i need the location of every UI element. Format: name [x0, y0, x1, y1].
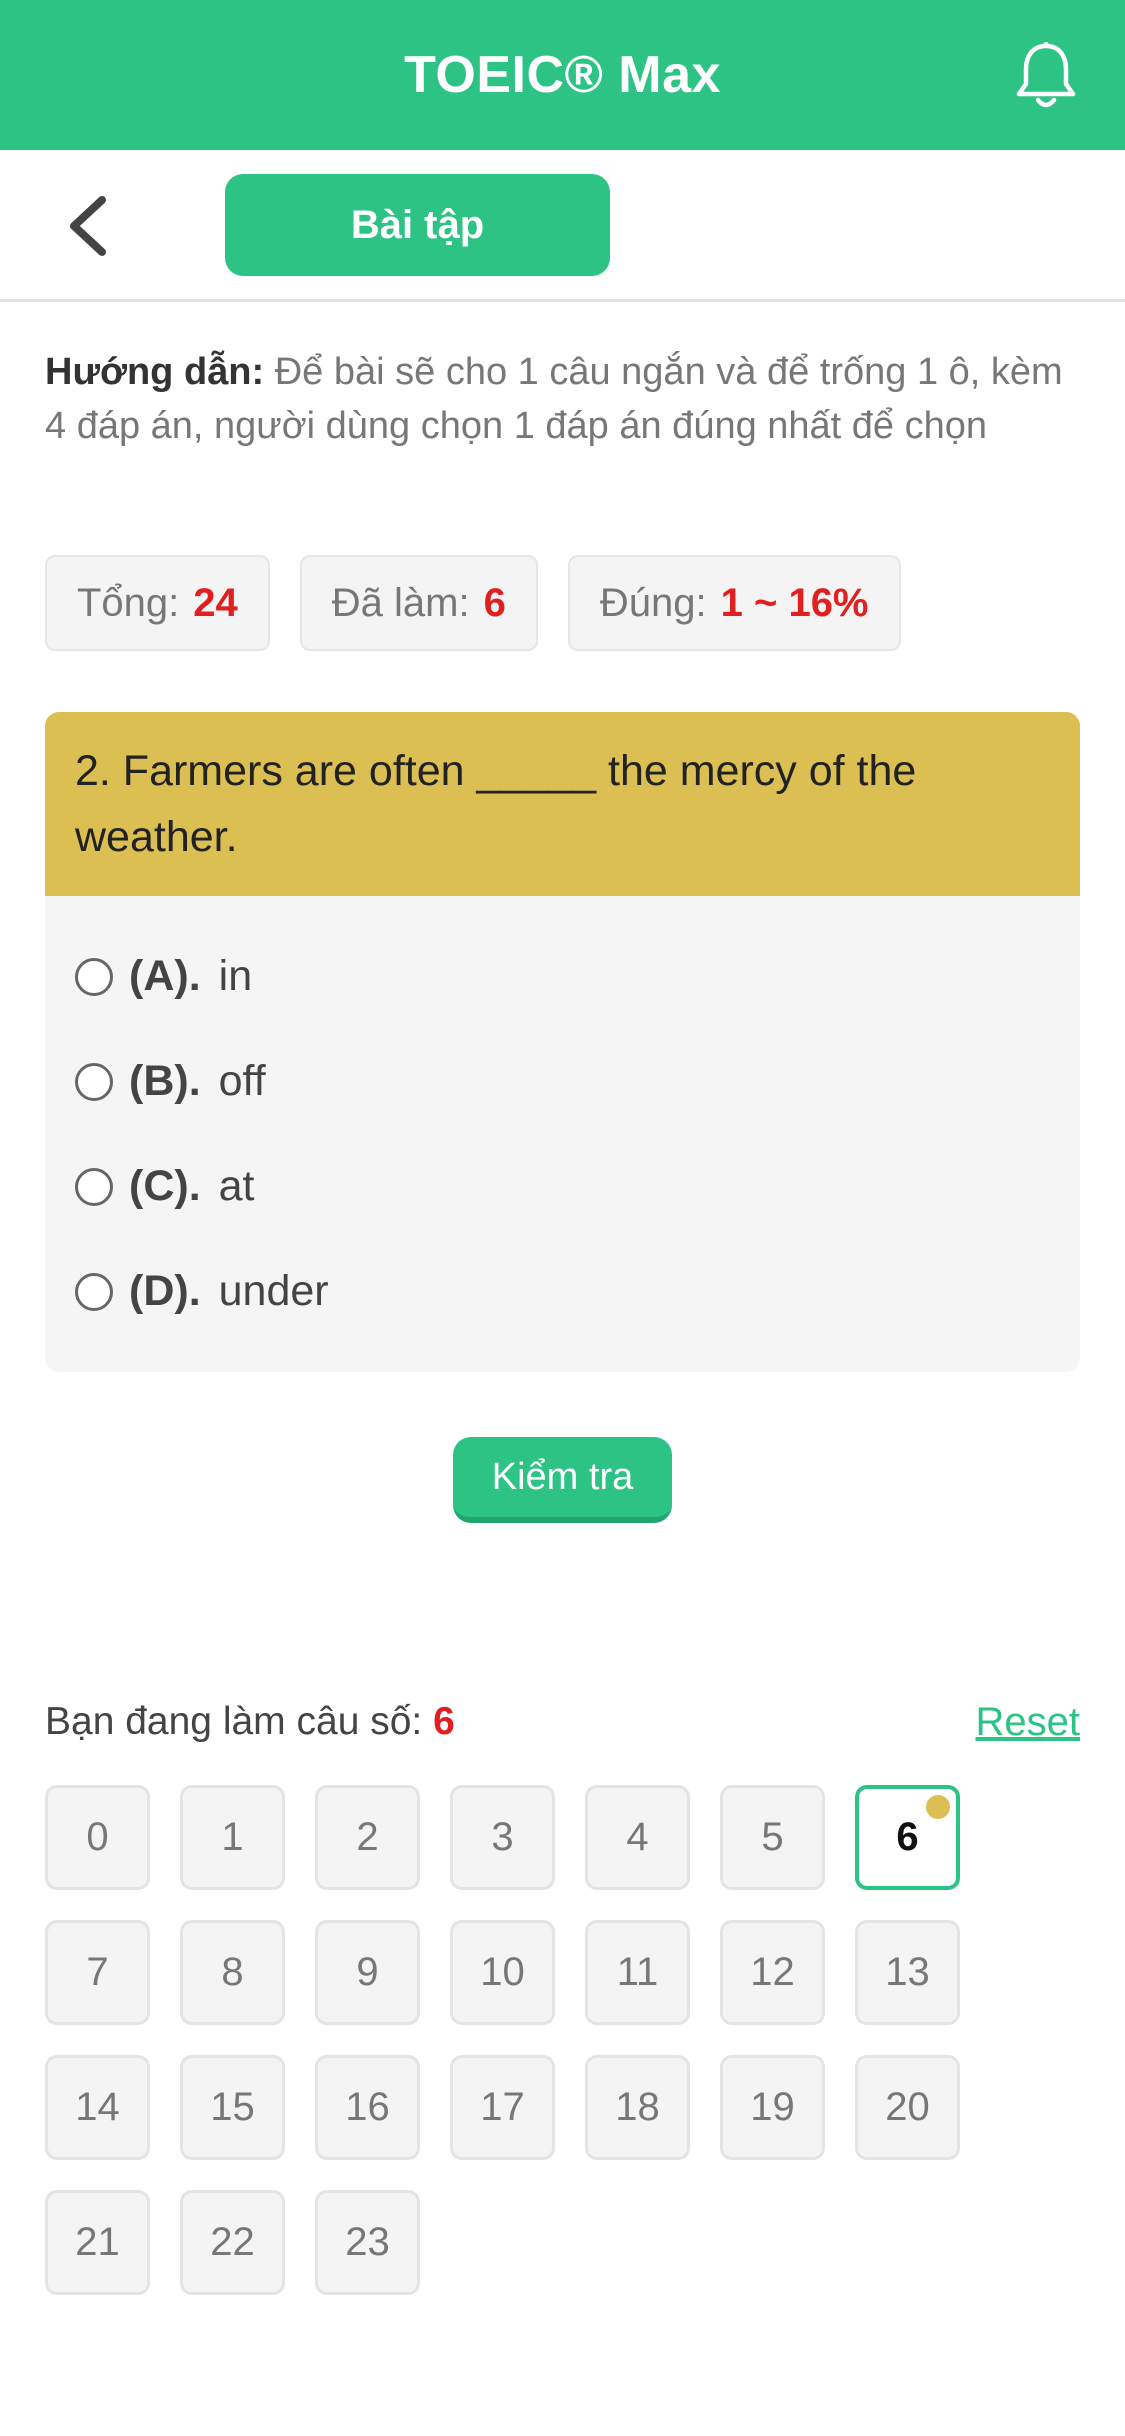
- option-b[interactable]: (B). off: [45, 1029, 1080, 1134]
- reset-link[interactable]: Reset: [976, 1700, 1081, 1745]
- question-number-cell[interactable]: 3: [450, 1785, 555, 1890]
- option-text: off: [218, 1057, 266, 1105]
- option-key: (A).: [129, 952, 201, 1000]
- stat-total-label: Tổng:: [77, 580, 180, 625]
- question-navigator-grid: 0 1 2 3 4 5 6 7 8 9 10 11 12 13 14 15 16 17 18 19 20 21 22 23: [45, 1785, 1045, 2295]
- question-number-cell[interactable]: 16: [315, 2055, 420, 2160]
- sub-toolbar: Bài tập: [0, 150, 1125, 302]
- stat-correct-value: 1 ~ 16%: [720, 580, 869, 625]
- question-card: 2. Farmers are often _____ the mercy of …: [45, 712, 1080, 1372]
- stat-total: Tổng: 24: [45, 555, 270, 651]
- current-label: Bạn đang làm câu số:: [45, 1700, 423, 1743]
- stat-correct: Đúng: 1 ~ 16%: [567, 555, 901, 651]
- question-number-cell[interactable]: 13: [855, 1920, 960, 2025]
- instruction-text: Hướng dẫn: Để bài sẽ cho 1 câu ngắn và đ…: [45, 345, 1080, 453]
- app-header: TOEIC® Max: [0, 0, 1125, 150]
- check-button[interactable]: Kiểm tra: [453, 1437, 672, 1523]
- option-key: (C).: [129, 1162, 201, 1210]
- stat-correct-label: Đúng:: [599, 580, 707, 625]
- question-number-cell[interactable]: 18: [585, 2055, 690, 2160]
- bell-icon[interactable]: [1013, 40, 1079, 112]
- app-title: TOEIC® Max: [404, 46, 721, 104]
- question-number-cell[interactable]: 12: [720, 1920, 825, 2025]
- instruction-label: Hướng dẫn:: [45, 351, 265, 393]
- stats-row: Tổng: 24 Đã làm: 6 Đúng: 1 ~ 16%: [45, 555, 901, 651]
- stat-total-value: 24: [193, 580, 238, 625]
- question-number-cell[interactable]: 8: [180, 1920, 285, 2025]
- question-number-cell[interactable]: 4: [585, 1785, 690, 1890]
- current-question-indicator: Bạn đang làm câu số: 6: [45, 1700, 455, 1744]
- radio-icon[interactable]: [75, 1272, 113, 1311]
- question-number-cell[interactable]: 1: [180, 1785, 285, 1890]
- question-number-cell[interactable]: 11: [585, 1920, 690, 2025]
- question-text: 2. Farmers are often _____ the mercy of …: [45, 712, 1080, 896]
- option-key: (D).: [129, 1267, 201, 1315]
- question-number-cell[interactable]: 10: [450, 1920, 555, 2025]
- question-number-cell[interactable]: 20: [855, 2055, 960, 2160]
- question-number-cell[interactable]: 15: [180, 2055, 285, 2160]
- radio-icon[interactable]: [75, 1062, 113, 1101]
- question-number-cell[interactable]: 19: [720, 2055, 825, 2160]
- tab-exercise[interactable]: Bài tập: [225, 174, 610, 276]
- option-text: in: [218, 952, 253, 1000]
- question-number-cell[interactable]: 7: [45, 1920, 150, 2025]
- radio-icon[interactable]: [75, 1167, 113, 1206]
- question-number-cell[interactable]: 17: [450, 2055, 555, 2160]
- option-d[interactable]: (D). under: [45, 1239, 1080, 1344]
- question-number-cell[interactable]: 0: [45, 1785, 150, 1890]
- current-marker-dot: [926, 1795, 950, 1819]
- radio-icon[interactable]: [75, 957, 113, 996]
- question-number-cell[interactable]: 21: [45, 2190, 150, 2295]
- question-number-cell[interactable]: 23: [315, 2190, 420, 2295]
- question-number-cell[interactable]: 14: [45, 2055, 150, 2160]
- question-number-cell[interactable]: 6: [855, 1785, 960, 1890]
- stat-done-label: Đã làm:: [331, 580, 470, 625]
- answer-options: (A). in (B). off (C). at (D). under: [45, 896, 1080, 1344]
- option-text: at: [218, 1162, 255, 1210]
- option-key: (B).: [129, 1057, 201, 1105]
- option-text: under: [218, 1267, 329, 1315]
- question-number-cell[interactable]: 2: [315, 1785, 420, 1890]
- current-number: 6: [433, 1700, 455, 1743]
- stat-done: Đã làm: 6: [299, 555, 538, 651]
- question-number-cell[interactable]: 22: [180, 2190, 285, 2295]
- option-c[interactable]: (C). at: [45, 1134, 1080, 1239]
- question-number-cell[interactable]: 9: [315, 1920, 420, 2025]
- chevron-left-icon[interactable]: [64, 194, 114, 258]
- option-a[interactable]: (A). in: [45, 924, 1080, 1029]
- stat-done-value: 6: [483, 580, 506, 625]
- question-number-cell[interactable]: 5: [720, 1785, 825, 1890]
